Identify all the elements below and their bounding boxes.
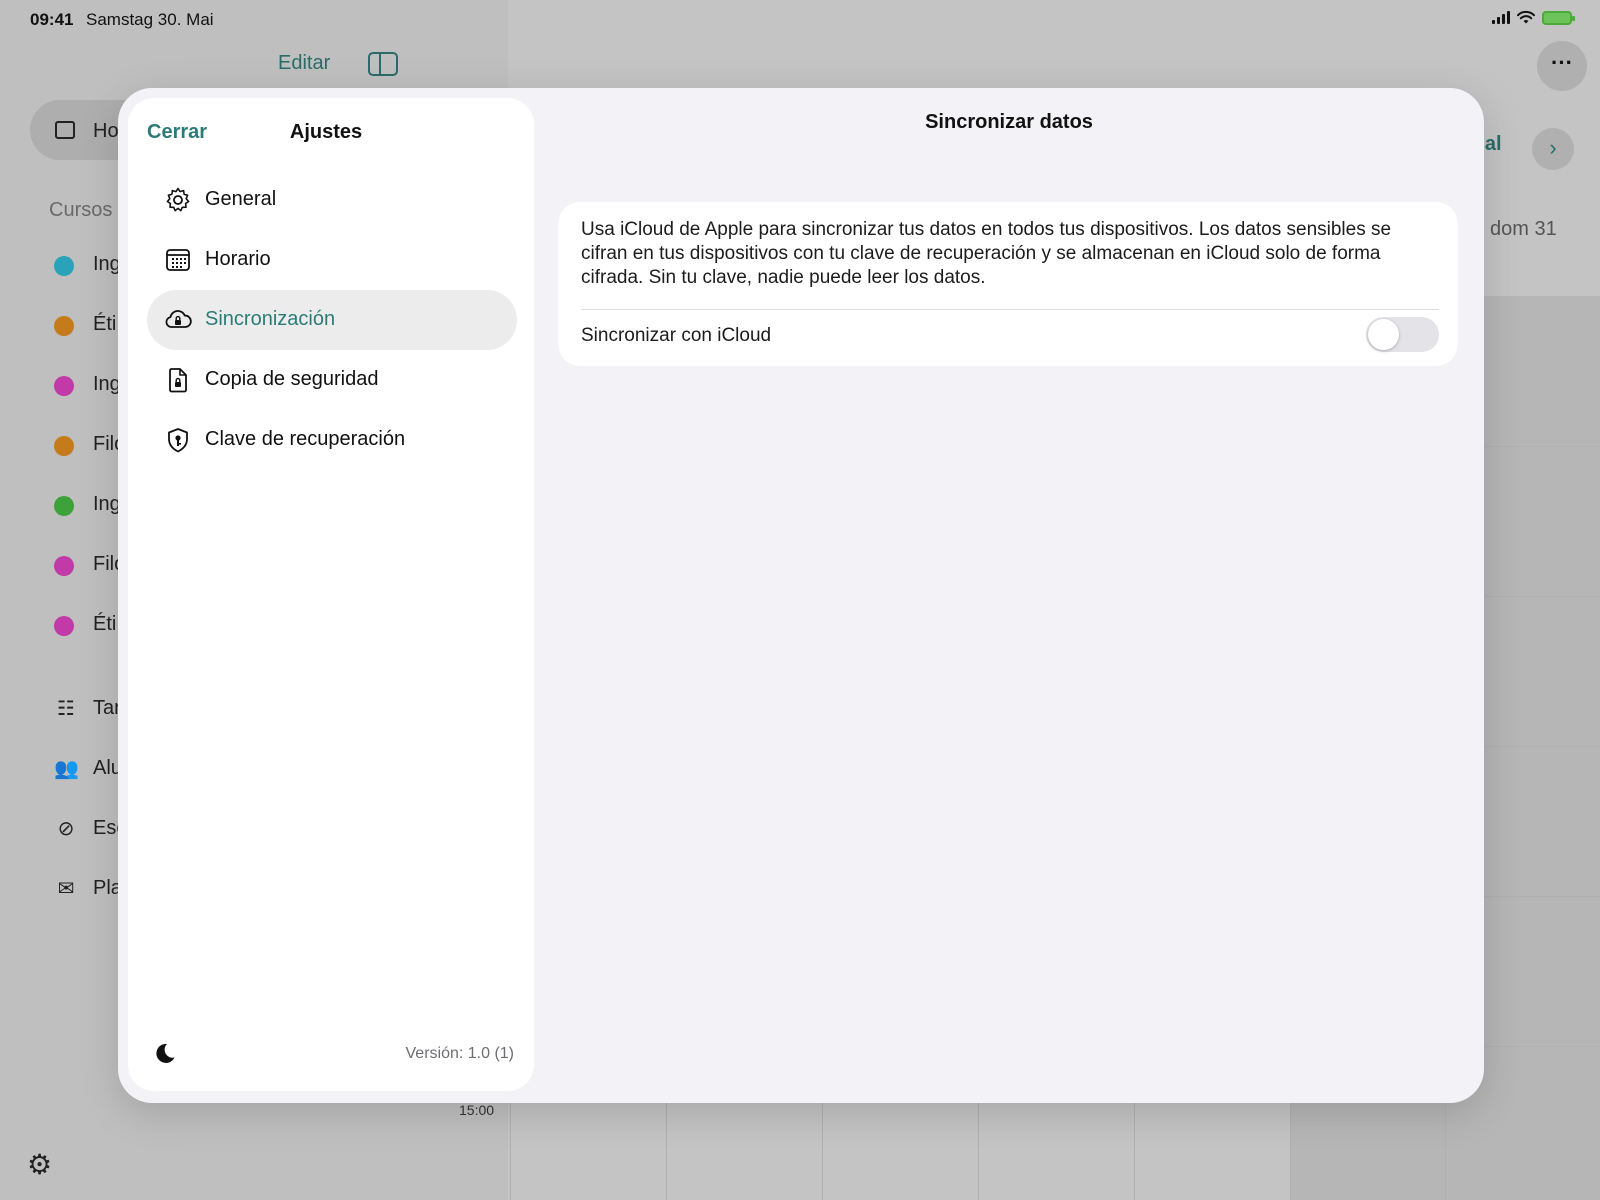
people-icon: 👥 [54,758,79,780]
status-time: 09:41 [30,10,74,29]
cellular-signal-icon [1492,11,1510,24]
envelope-icon: ✉ [57,878,75,900]
course-label: Ing [93,253,121,275]
menu-item-horario[interactable]: Horario [147,230,517,290]
menu-item-label: Clave de recuperación [205,428,406,450]
menu-item-copia-de-seguridad[interactable]: Copia de seguridad [147,350,517,410]
sync-icloud-toggle[interactable] [1366,317,1439,352]
version-label: Versión: 1.0 (1) [405,1045,515,1062]
menu-item-clave-de-recuperacion[interactable]: Clave de recuperación [147,410,517,470]
menu-item-general[interactable]: General [147,170,517,230]
status-icons [1492,10,1575,25]
course-label: Ing [93,373,121,395]
course-label: Éti [93,313,117,335]
document-lock-icon [169,368,187,393]
menu-item-label: Horario [205,248,271,270]
detail-title: Sincronizar datos [925,111,1093,133]
sidebar-toggle-icon [368,52,398,76]
course-color-dot [54,556,74,576]
status-bar: 09:41 Samstag 30. Mai [0,0,1600,38]
slash-circle-icon: ⊘ [57,818,75,840]
calendar-icon [55,121,75,139]
moon-icon[interactable] [152,1040,178,1066]
day-header: dom 31 [1490,218,1557,240]
course-color-dot [54,376,74,396]
status-date: Samstag 30. Mai [86,10,214,29]
settings-gear-icon: ⚙ [27,1149,53,1180]
menu-item-sincronizacion[interactable]: Sincronización [147,290,517,350]
shield-key-icon [168,428,188,453]
cloud-lock-icon [165,310,192,328]
background-edit-button: Editar [278,52,331,74]
menu-item-label: Sincronización [205,308,336,330]
course-label: Éti [93,613,117,635]
sync-description: Usa iCloud de Apple para sincronizar tus… [581,219,1392,288]
settings-sidebar: Cerrar Ajustes General Horario Sincroniz… [128,98,534,1091]
settings-modal: Cerrar Ajustes General Horario Sincroniz… [118,88,1484,1103]
hour-label: 15:00 [459,1102,495,1118]
settings-menu: General Horario Sincronización Copia de … [147,170,517,470]
chevron-right-icon: › [1532,128,1574,170]
wifi-icon [1517,10,1535,24]
battery-icon [1542,10,1575,25]
courses-section-label: Cursos [49,199,113,221]
course-color-dot [54,496,74,516]
menu-item-label: Copia de seguridad [205,368,379,390]
course-color-dot [54,316,74,336]
toggle-knob [1368,319,1399,350]
more-options-icon: ··· [1537,41,1587,91]
course-color-dot [54,436,74,456]
divider [581,309,1439,310]
sync-card: Usa iCloud de Apple para sincronizar tus… [558,202,1458,366]
settings-title: Ajustes [289,121,363,143]
background-nav-label: Ho [93,120,119,142]
menu-item-label: General [205,188,277,210]
sync-icloud-label: Sincronizar con iCloud [581,325,772,346]
calendar-grid-icon [166,249,190,271]
checklist-icon: ☷ [57,698,75,720]
course-label: Ing [93,493,121,515]
course-color-dot [54,616,74,636]
gear-icon [166,187,190,212]
course-color-dot [54,256,74,276]
tool-label: Tar [93,697,121,719]
